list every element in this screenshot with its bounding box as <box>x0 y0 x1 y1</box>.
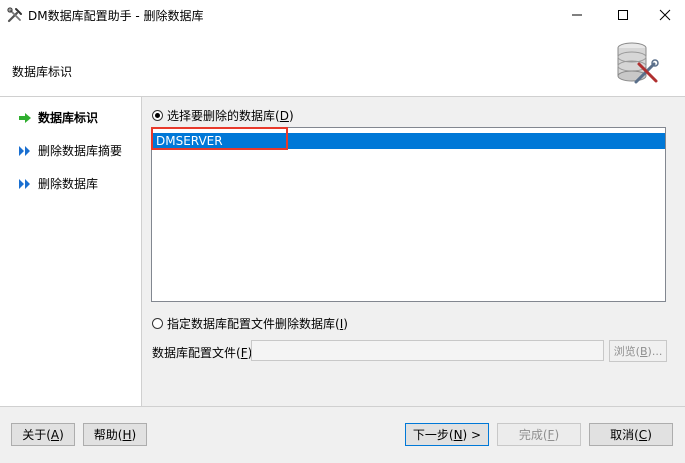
radio-checked[interactable] <box>152 110 163 121</box>
database-list[interactable] <box>151 127 666 302</box>
nav-item-label: 删除数据库摘要 <box>38 144 123 158</box>
maximize-icon <box>618 10 628 20</box>
nav-item-label: 数据库标识 <box>38 111 99 125</box>
next-button[interactable]: 下一步(N) > <box>405 423 489 446</box>
app-tools-icon <box>6 6 24 24</box>
minimize-icon <box>572 14 582 16</box>
select-database-radio[interactable]: 选择要删除的数据库(D) <box>152 107 294 124</box>
window-title: DM数据库配置助手 - 删除数据库 <box>28 9 204 23</box>
wizard-header: 数据库标识 <box>0 30 685 97</box>
nav-item-delete-db[interactable]: 删除数据库 <box>18 175 98 192</box>
header-step-label: 数据库标识 <box>12 65 73 79</box>
help-button[interactable]: 帮助(H) <box>83 423 147 446</box>
radio-label: 选择要删除的数据库(D) <box>167 109 294 123</box>
browse-button[interactable]: 浏览(B)... <box>609 340 667 362</box>
blue-double-chevron-icon <box>18 177 34 191</box>
blue-double-chevron-icon <box>18 144 34 158</box>
config-file-label: 数据库配置文件(F): <box>152 346 256 360</box>
maximize-button[interactable] <box>600 0 646 30</box>
about-button[interactable]: 关于(A) <box>11 423 75 446</box>
radio-unchecked[interactable] <box>152 318 163 329</box>
radio-label: 指定数据库配置文件删除数据库(I) <box>167 317 348 331</box>
cancel-button[interactable]: 取消(C) <box>589 423 673 446</box>
nav-item-database-id[interactable]: 数据库标识 <box>18 109 98 126</box>
nav-item-label: 删除数据库 <box>38 177 99 191</box>
config-file-radio[interactable]: 指定数据库配置文件删除数据库(I) <box>152 315 348 332</box>
close-button[interactable] <box>645 0 685 30</box>
annotation-highlight-box <box>151 127 288 150</box>
nav-item-delete-summary[interactable]: 删除数据库摘要 <box>18 142 122 159</box>
finish-button[interactable]: 完成(F) <box>497 423 581 446</box>
green-arrow-icon <box>18 111 34 125</box>
config-file-input[interactable] <box>251 340 604 361</box>
minimize-button[interactable] <box>554 0 600 30</box>
close-icon <box>659 9 671 21</box>
database-tools-icon <box>606 34 664 92</box>
